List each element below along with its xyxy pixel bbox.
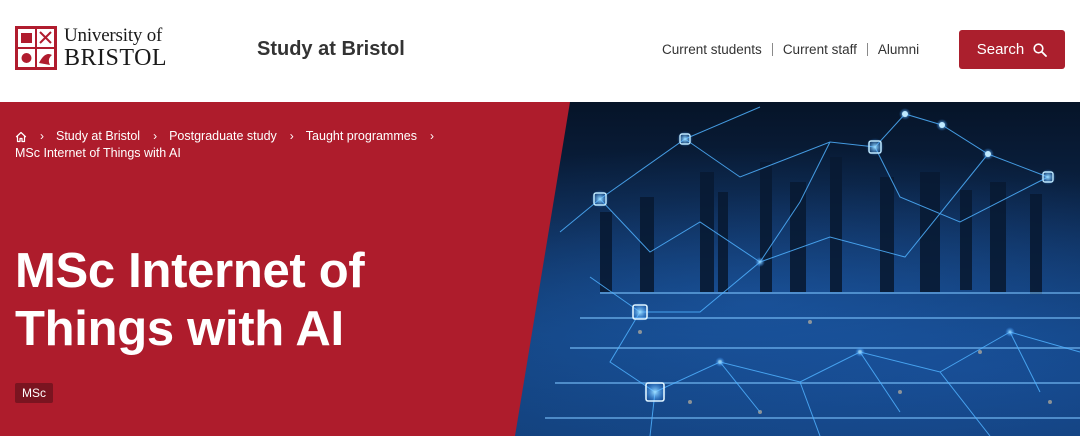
page-title-line-1: MSc Internet of	[15, 244, 365, 298]
current-students-link[interactable]: Current students	[662, 42, 762, 57]
breadcrumb-separator: ›	[289, 129, 294, 143]
search-icon	[1033, 42, 1048, 57]
breadcrumb-separator: ›	[153, 129, 158, 143]
page-title: MSc Internet of Things with AI	[15, 242, 365, 358]
breadcrumb-home-link[interactable]	[15, 131, 27, 143]
alumni-link[interactable]: Alumni	[878, 42, 919, 57]
hero-banner: › Study at Bristol › Postgraduate study …	[0, 102, 1080, 436]
university-logo[interactable]: University of BRISTOL	[14, 24, 174, 72]
utility-nav: Current students Current staff Alumni	[662, 42, 919, 57]
breadcrumb-separator: ›	[40, 129, 44, 143]
site-header: University of BRISTOL Study at Bristol C…	[0, 0, 1080, 102]
breadcrumb-trail: › Study at Bristol › Postgraduate study …	[15, 128, 485, 145]
crest-icon	[15, 26, 57, 70]
nav-divider	[866, 43, 868, 56]
breadcrumb-taught-programmes[interactable]: Taught programmes	[306, 128, 417, 145]
logo-line-1: University of	[64, 25, 163, 46]
breadcrumb-separator: ›	[429, 129, 434, 143]
home-icon	[15, 131, 27, 142]
current-staff-link[interactable]: Current staff	[783, 42, 857, 57]
logo-wordmark: University of BRISTOL	[64, 26, 167, 70]
search-button-label: Search	[976, 41, 1025, 58]
site-title-link[interactable]: Study at Bristol	[257, 38, 405, 61]
breadcrumb: › Study at Bristol › Postgraduate study …	[15, 128, 485, 162]
breadcrumb-current: MSc Internet of Things with AI	[15, 146, 181, 160]
page-title-line-2: Things with AI	[15, 302, 344, 356]
logo-line-2: BRISTOL	[64, 45, 168, 71]
search-button[interactable]: Search	[959, 30, 1065, 69]
qualification-tag: MSc	[15, 383, 53, 403]
nav-divider	[771, 43, 773, 56]
breadcrumb-postgraduate-study[interactable]: Postgraduate study	[169, 128, 277, 145]
breadcrumb-study-at-bristol[interactable]: Study at Bristol	[56, 128, 140, 145]
